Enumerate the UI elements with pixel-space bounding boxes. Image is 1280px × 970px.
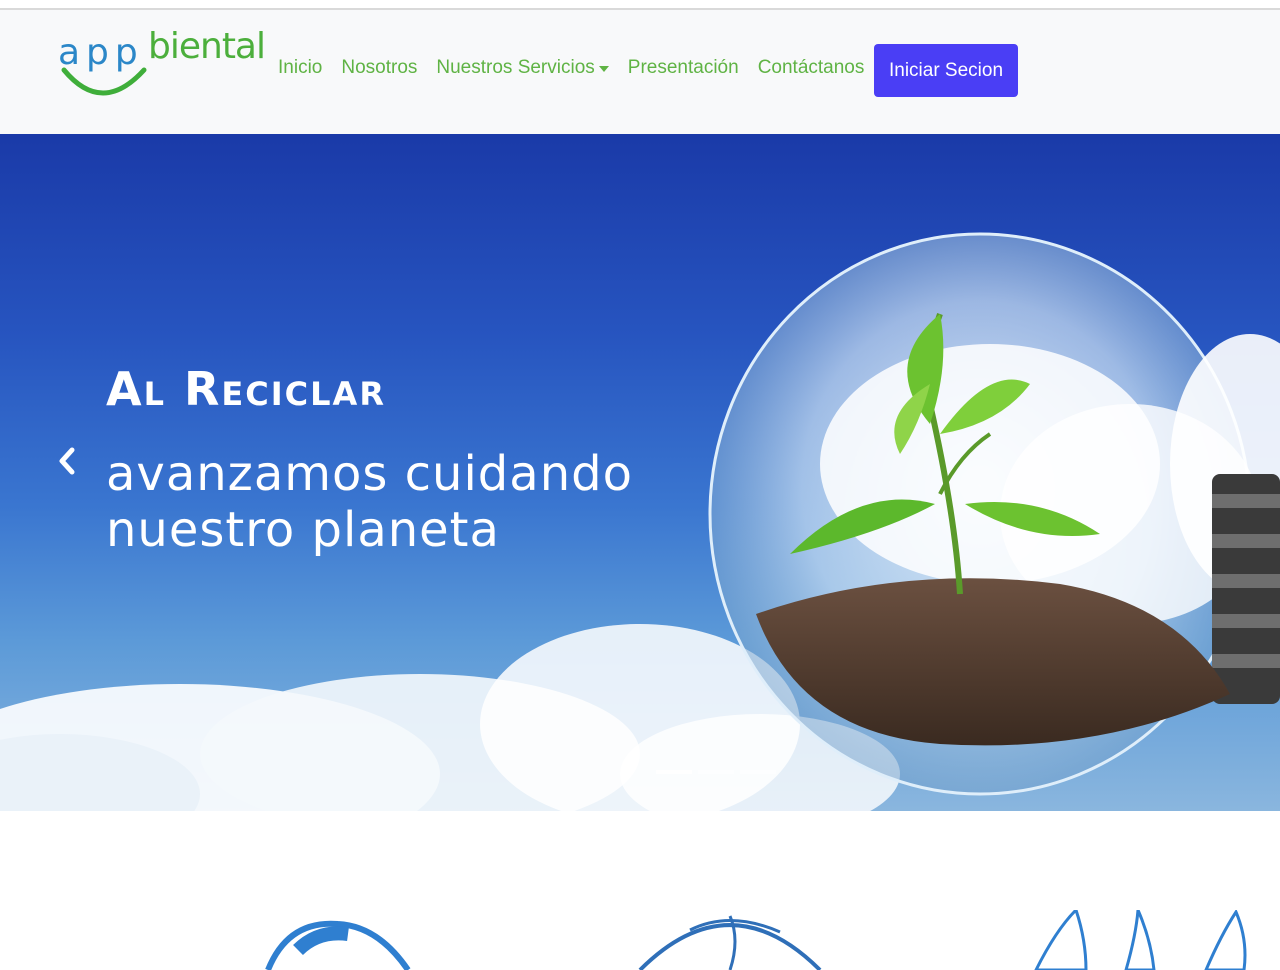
nav-presentacion[interactable]: Presentación (628, 57, 739, 79)
recycle-icon (265, 920, 411, 970)
services-icons-row (0, 900, 1280, 970)
nav-nuestros-servicios-label: Nuestros Servicios (436, 57, 595, 78)
nav-inicio[interactable]: Inicio (278, 57, 322, 79)
login-button[interactable]: Iniciar Secion (874, 44, 1018, 97)
carousel-indicator-3[interactable] (740, 770, 776, 774)
hero-carousel: Al Reciclar avanzamos cuidando nuestro p… (0, 134, 1280, 811)
hero-title: Al Reciclar (106, 362, 386, 416)
carousel-indicators (656, 770, 776, 774)
hero-subtitle-line-2: nuestro planeta (106, 502, 500, 558)
logo-text-biental: biental (148, 26, 266, 67)
nav-nuestros-servicios[interactable]: Nuestros Servicios (436, 57, 609, 79)
nav-nosotros[interactable]: Nosotros (341, 57, 417, 79)
globe-icon (638, 915, 822, 970)
water-drops-icon (1034, 910, 1247, 970)
hero-subtitle-line-1: avanzamos cuidando (106, 446, 633, 502)
logo[interactable]: app biental (58, 26, 266, 122)
nav-menu: Inicio Nosotros Nuestros Servicios Prese… (278, 57, 883, 79)
browser-top-edge (0, 0, 1280, 10)
carousel-indicator-2[interactable] (698, 770, 734, 774)
nav-contactanos[interactable]: Contáctanos (758, 57, 865, 79)
carousel-indicator-1[interactable] (656, 770, 692, 774)
caret-down-icon (598, 66, 609, 72)
smile-icon (61, 67, 147, 96)
navbar: app biental Inicio Nosotros Nuestros Ser… (0, 10, 1280, 134)
hero-subtitle: avanzamos cuidando nuestro planeta (106, 446, 706, 558)
chevron-left-icon[interactable] (54, 444, 78, 478)
